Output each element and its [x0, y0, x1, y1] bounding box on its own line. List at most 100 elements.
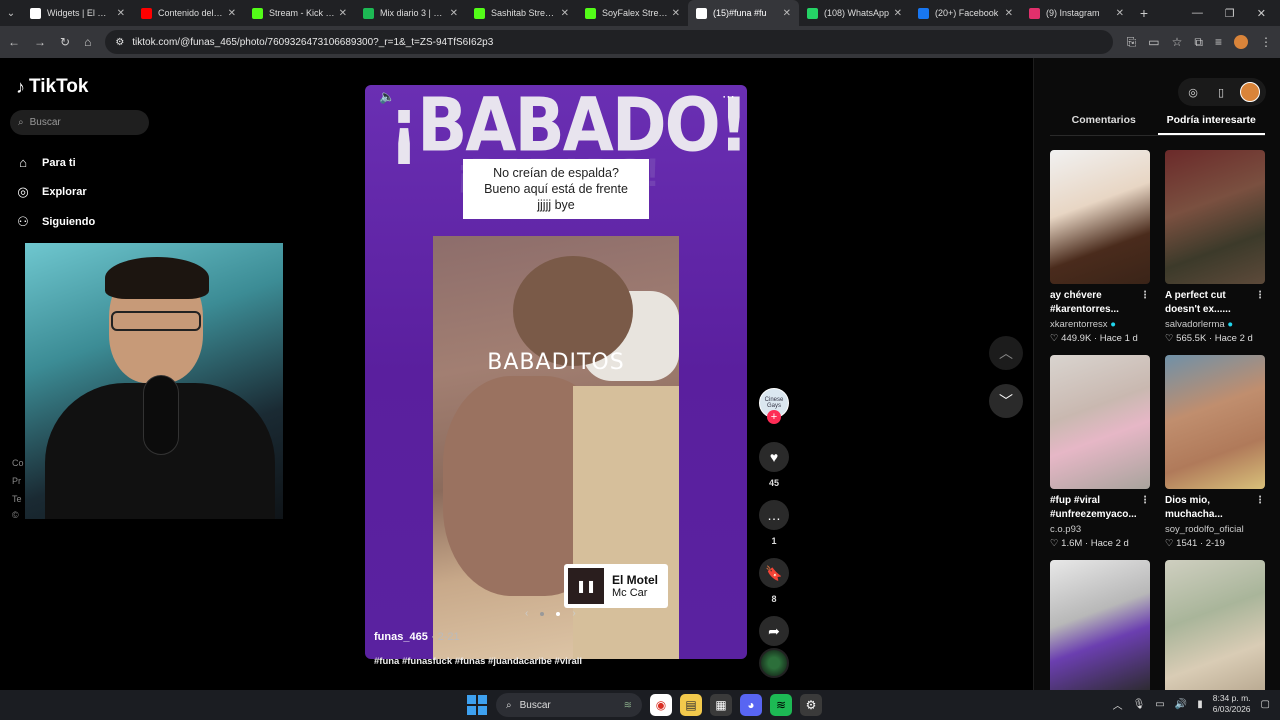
browser-tab[interactable]: Widgets | El mejor ✕: [22, 0, 133, 26]
tab-close-icon[interactable]: ✕: [672, 8, 680, 19]
battery-icon[interactable]: ▮: [1197, 699, 1203, 710]
more-icon[interactable]: ⋮: [1140, 289, 1150, 303]
card-user[interactable]: xkarentorresx ●: [1050, 319, 1150, 330]
recommendation-card[interactable]: [1050, 560, 1150, 694]
like-heart-icon[interactable]: ♥: [759, 442, 789, 472]
chrome-icon[interactable]: ◉: [650, 694, 672, 716]
card-thumbnail[interactable]: [1165, 150, 1265, 284]
volume-icon[interactable]: 🔊: [1175, 699, 1187, 710]
bookmark-icon[interactable]: 🔖: [759, 558, 789, 588]
recommendation-card[interactable]: Dios mio, muchacha... ⋮ soy_rodolfo_oficia…: [1165, 355, 1265, 554]
card-thumbnail[interactable]: [1050, 560, 1150, 694]
tab-search-icon[interactable]: ⌄: [0, 8, 22, 19]
browser-tab[interactable]: Mix diario 3 | Spo ✕: [355, 0, 466, 26]
tab-close-icon[interactable]: ✕: [228, 8, 236, 19]
nav-item[interactable]: ⚇ Siguiendo: [16, 207, 95, 237]
tab-close-icon[interactable]: ✕: [1116, 8, 1124, 19]
clock[interactable]: 8:34 p. m. 6/03/2026: [1213, 693, 1251, 715]
carousel-dot-1[interactable]: [540, 611, 545, 616]
card-thumbnail[interactable]: [1165, 560, 1265, 694]
browser-tab[interactable]: (9) Instagram ✕: [1021, 0, 1132, 26]
tiktok-logo[interactable]: ♪ TikTok: [16, 76, 88, 98]
cast-icon[interactable]: ▭: [1148, 35, 1159, 50]
search-input[interactable]: ⌕ Buscar: [10, 110, 149, 135]
follow-plus-icon[interactable]: +: [767, 410, 781, 424]
new-tab-button[interactable]: +: [1132, 5, 1156, 21]
comment-icon[interactable]: …: [759, 500, 789, 530]
footer-link-1[interactable]: Co: [12, 458, 24, 468]
more-options-icon[interactable]: ⋯: [722, 89, 735, 105]
network-icon[interactable]: ▭: [1155, 699, 1164, 710]
menu-icon[interactable]: ⋮: [1260, 35, 1272, 50]
more-icon[interactable]: ⋮: [1255, 289, 1265, 303]
pause-icon[interactable]: ❚❚: [568, 568, 604, 604]
nav-item[interactable]: ⌂ Para ti: [16, 148, 95, 178]
close-window-button[interactable]: ✕: [1257, 7, 1266, 20]
store-icon[interactable]: ▦: [710, 694, 732, 716]
back-icon[interactable]: ←: [8, 35, 20, 49]
card-thumbnail[interactable]: [1165, 355, 1265, 489]
tab-podria-interesarte[interactable]: Podría interesarte: [1157, 114, 1265, 135]
tab-close-icon[interactable]: ✕: [783, 8, 791, 19]
reload-icon[interactable]: ↻: [60, 35, 70, 49]
browser-tab[interactable]: Stream - Kick Da ✕: [244, 0, 355, 26]
chevron-up-icon[interactable]: ︿: [989, 336, 1023, 370]
music-disc-icon[interactable]: [759, 648, 789, 678]
file-explorer-icon[interactable]: ▤: [680, 694, 702, 716]
bookmark-star-icon[interactable]: ☆: [1172, 35, 1183, 50]
card-thumbnail[interactable]: [1050, 150, 1150, 284]
share-icon[interactable]: ➦: [759, 616, 789, 646]
site-info-icon[interactable]: ⚙: [115, 37, 124, 48]
carousel-prev-icon[interactable]: ‹: [525, 608, 528, 619]
taskbar-search[interactable]: ⌕ Buscar ≋: [496, 693, 642, 717]
reading-list-icon[interactable]: ≡: [1215, 35, 1222, 50]
recommendation-card[interactable]: ay chévere #karentorres... ⋮ xkarentorresx…: [1050, 150, 1150, 349]
card-user[interactable]: soy_rodolfo_oficial: [1165, 524, 1265, 535]
compass-icon[interactable]: ◎: [1184, 83, 1202, 101]
volume-icon[interactable]: 🔈: [379, 89, 395, 105]
video-player[interactable]: ¡BABADO! ¡BABADO! 🔈 ⋯ No creían de espal…: [365, 85, 747, 659]
carousel-next-icon[interactable]: ›: [572, 608, 575, 619]
forward-icon[interactable]: →: [34, 35, 46, 49]
tab-close-icon[interactable]: ✕: [117, 8, 125, 19]
steam-icon[interactable]: ⚙: [800, 694, 822, 716]
hashtags[interactable]: #funa #funasfuck #funas #juandacaribe #v…: [374, 656, 582, 667]
tab-close-icon[interactable]: ✕: [450, 8, 458, 19]
browser-tab[interactable]: (20+) Facebook ✕: [910, 0, 1021, 26]
tab-close-icon[interactable]: ✕: [1005, 8, 1013, 19]
recommendation-card[interactable]: [1165, 560, 1265, 694]
profile-avatar[interactable]: [1234, 34, 1248, 49]
browser-tab[interactable]: Sashitab Stream ✕: [466, 0, 577, 26]
chevron-down-icon[interactable]: ﹀: [989, 384, 1023, 418]
card-user[interactable]: c.o.p93: [1050, 524, 1150, 535]
user-avatar[interactable]: [1240, 82, 1260, 102]
tray-chevron-icon[interactable]: ︿: [1113, 697, 1123, 712]
tab-comentarios[interactable]: Comentarios: [1050, 114, 1158, 135]
url-field[interactable]: ⚙ tiktok.com/@funas_465/photo/7609326473…: [105, 30, 1113, 54]
maximize-button[interactable]: ❐: [1225, 7, 1235, 20]
windows-start-icon[interactable]: [466, 694, 488, 716]
music-card[interactable]: ❚❚ El Motel Mc Car: [564, 564, 668, 608]
extensions-icon[interactable]: ⧉: [1194, 35, 1203, 50]
tab-close-icon[interactable]: ✕: [894, 8, 902, 19]
footer-link-3[interactable]: Te: [12, 494, 22, 504]
recommendation-card[interactable]: A perfect cut doesn't ex...... ⋮ salvadorl…: [1165, 150, 1265, 349]
browser-tab[interactable]: SoyFalex Stream ✕: [577, 0, 688, 26]
tab-close-icon[interactable]: ✕: [339, 8, 347, 19]
carousel-dot-2[interactable]: [556, 611, 561, 616]
nav-item[interactable]: ◎ Explorar: [16, 178, 95, 208]
notification-icon[interactable]: ▢: [1261, 699, 1270, 710]
browser-tab[interactable]: (108) WhatsApp ✕: [799, 0, 910, 26]
recommendation-card[interactable]: #fup #viral #unfreezemyaco... ⋮ c.o.p93 ♡ 1…: [1050, 355, 1150, 554]
minimize-button[interactable]: —: [1192, 7, 1203, 20]
browser-tab[interactable]: Contenido del ca ✕: [133, 0, 244, 26]
discord-icon[interactable]: ◕: [740, 694, 762, 716]
more-icon[interactable]: ⋮: [1255, 494, 1265, 508]
card-thumbnail[interactable]: [1050, 355, 1150, 489]
tab-close-icon[interactable]: ✕: [561, 8, 569, 19]
microphone-icon[interactable]: 🎙: [1133, 699, 1146, 710]
spotify-icon[interactable]: ≋: [770, 694, 792, 716]
mobile-icon[interactable]: ▯: [1212, 83, 1230, 101]
more-icon[interactable]: ⋮: [1140, 494, 1150, 508]
footer-link-2[interactable]: Pr: [12, 476, 21, 486]
